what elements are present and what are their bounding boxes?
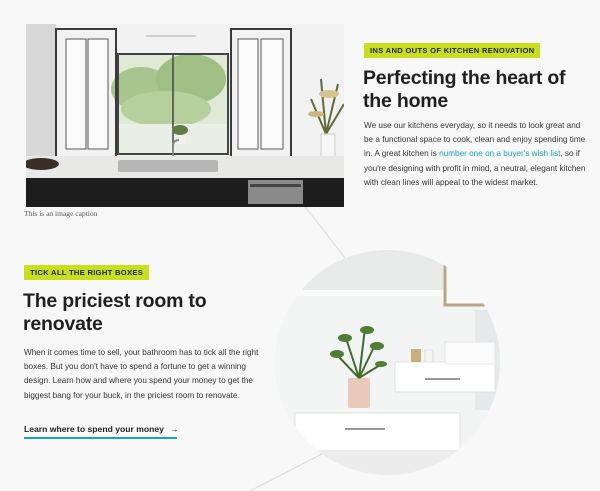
kitchen-body: We use our kitchens everyday, so it need… [364, 119, 589, 190]
bathroom-heading: The priciest room to renovate [23, 290, 207, 335]
learn-where-to-spend-link[interactable]: Learn where to spend your money → [24, 424, 179, 434]
bathroom-image [275, 250, 500, 475]
buyers-wish-list-link[interactable]: number one on a buyer's wish list [439, 149, 560, 158]
bathroom-tag: TICK ALL THE RIGHT BOXES [24, 265, 150, 280]
bathroom-body: When it comes time to sell, your bathroo… [24, 348, 259, 400]
kitchen-image [26, 24, 344, 207]
image-caption: This is an image caption [24, 209, 98, 218]
kitchen-heading: Perfecting the heart of the home [363, 67, 566, 112]
cta-label: Learn where to spend your money [24, 424, 164, 434]
kitchen-tag: INS AND OUTS OF KITCHEN RENOVATION [364, 43, 541, 58]
arrow-right-icon: → [169, 424, 179, 434]
cta-underline [24, 437, 177, 439]
